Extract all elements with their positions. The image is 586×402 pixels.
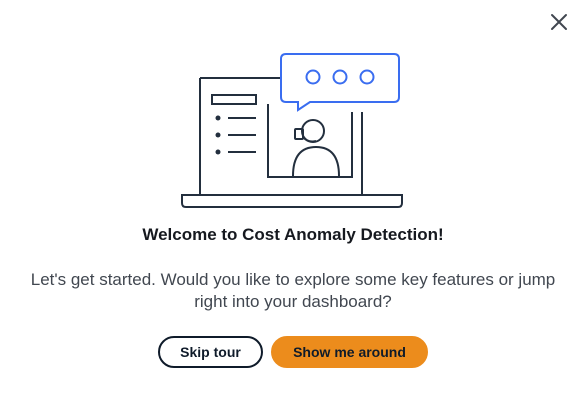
modal-body-text: Let's get started. Would you like to exp…	[30, 270, 556, 311]
laptop-base	[181, 194, 403, 208]
modal-actions: Skip tour Show me around	[0, 336, 586, 368]
welcome-modal: Welcome to Cost Anomaly Detection! Let's…	[0, 0, 586, 402]
modal-title: Welcome to Cost Anomaly Detection!	[142, 225, 444, 244]
support-agent-icon	[292, 119, 340, 177]
document-list	[215, 115, 256, 155]
show-me-around-button[interactable]: Show me around	[271, 336, 428, 368]
speech-bubble-icon	[280, 53, 400, 112]
support-agent-laptop-illustration	[181, 53, 403, 208]
document-header-bar	[211, 94, 257, 105]
close-icon	[551, 14, 567, 30]
close-button[interactable]	[546, 9, 572, 35]
skip-tour-button[interactable]: Skip tour	[158, 336, 263, 368]
